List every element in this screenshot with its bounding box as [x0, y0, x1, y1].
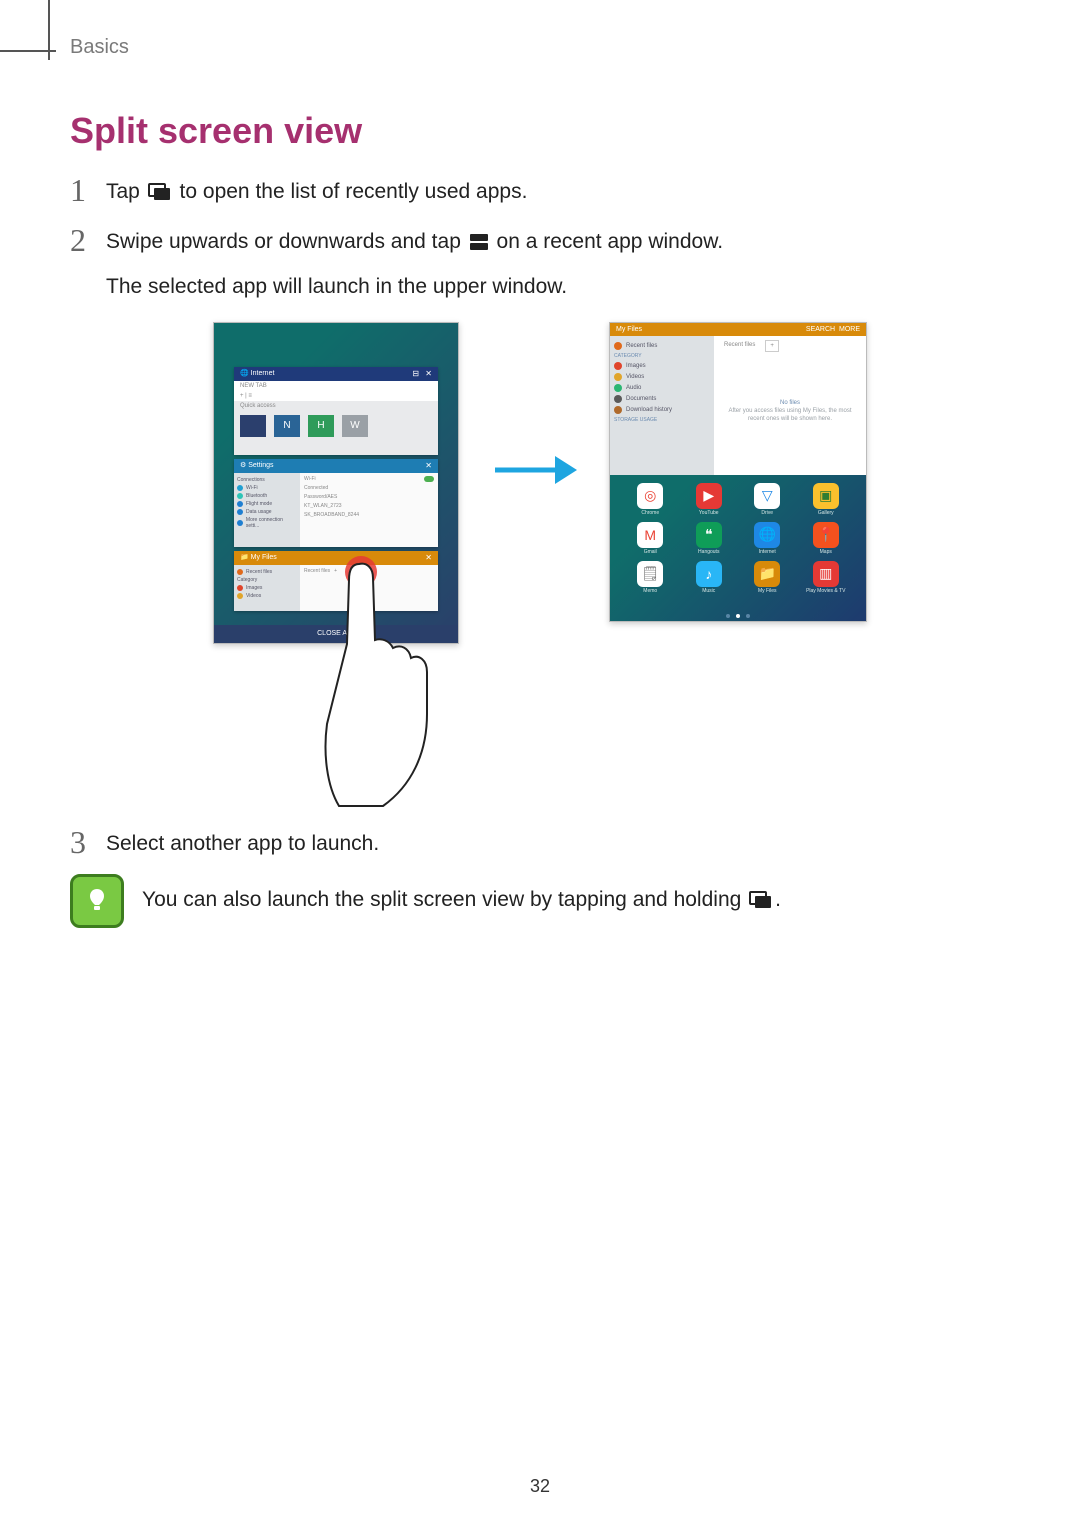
empty-state-sub: recent ones will be shown here.	[748, 416, 832, 422]
recents-icon	[148, 179, 172, 212]
note-text-post: .	[775, 888, 781, 911]
tab-add: +	[765, 340, 779, 352]
card-window-controls: ✕	[425, 459, 438, 473]
qa-tile	[240, 415, 266, 437]
toggle-icon	[424, 476, 434, 482]
app-icon-youtube: ▶	[696, 483, 722, 509]
app-icon-hangouts: ❝	[696, 522, 722, 548]
app-icon-chrome: ◎	[637, 483, 663, 509]
browser-quick-access-label: Quick access	[234, 401, 438, 411]
recents-icon	[749, 891, 773, 915]
app-icon-play-movies: ▥	[813, 561, 839, 587]
myfiles-titlebar-title: My Files	[616, 326, 642, 333]
note-icon	[70, 874, 124, 928]
qa-tile: W	[342, 415, 368, 437]
close-all-bar: CLOSE ALL	[214, 625, 458, 643]
card-window-controls: ⊟ ✕	[412, 367, 438, 381]
step-number: 2	[70, 224, 106, 256]
pager-dots	[610, 614, 866, 618]
app-icon-music: ♪	[696, 561, 722, 587]
app-icon-myfiles: 📁	[754, 561, 780, 587]
app-icon-gmail: M	[637, 522, 663, 548]
app-icon-gallery: ▣	[813, 483, 839, 509]
empty-state-sub: After you access files using My Files, t…	[728, 408, 851, 414]
app-icon-memo: 🗒	[637, 561, 663, 587]
step-1-text-post: to open the list of recently used apps.	[180, 180, 528, 203]
breadcrumb: Basics	[70, 36, 129, 59]
app-icon-maps: 📍	[813, 522, 839, 548]
arrow-icon	[491, 452, 577, 493]
card-window-controls: ✕	[425, 551, 438, 565]
recent-card-settings: ⚙ Settings ✕ Connections Wi-Fi Bluetooth…	[234, 459, 438, 547]
corner-mark-horizontal	[0, 50, 56, 52]
qa-tile: H	[308, 415, 334, 437]
note-callout: You can also launch the split screen vie…	[70, 874, 1010, 928]
card-title: 🌐 Internet	[240, 367, 274, 381]
card-title: ⚙ Settings	[240, 459, 274, 473]
step-3-text: Select another app to launch.	[106, 832, 379, 855]
step-2-text-post: on a recent app window.	[497, 230, 724, 253]
browser-tab-row: NEW TAB	[234, 381, 438, 391]
step-number: 3	[70, 826, 106, 858]
splitview-icon	[469, 229, 489, 262]
app-icon-internet: 🌐	[754, 522, 780, 548]
figure-after-screenshot: My Files SEARCH MORE Recent files Catego…	[609, 322, 867, 622]
step-1-text-pre: Tap	[106, 180, 146, 203]
step-number: 1	[70, 174, 106, 206]
card-title: 📁 My Files	[240, 551, 277, 565]
figure-before-screenshot: 🌐 Internet ⊟ ✕ NEW TAB + | ≡ Quick acces…	[213, 322, 459, 644]
qa-tile: N	[274, 415, 300, 437]
empty-state-title: No files	[780, 400, 800, 406]
myfiles-titlebar-actions: SEARCH MORE	[806, 326, 860, 333]
note-text-pre: You can also launch the split screen vie…	[142, 888, 747, 911]
step-2: 2 Swipe upwards or downwards and tap on …	[70, 226, 1010, 304]
browser-address-bar: + | ≡	[234, 391, 438, 401]
page-number: 32	[0, 1476, 1080, 1497]
page-title: Split screen view	[70, 110, 1010, 152]
tab-recent-files: Recent files	[720, 340, 759, 352]
app-icon-drive: ▽	[754, 483, 780, 509]
step-2-line2: The selected app will launch in the uppe…	[106, 275, 567, 298]
step-1: 1 Tap to open the list of recently used …	[70, 176, 1010, 212]
recent-card-internet: 🌐 Internet ⊟ ✕ NEW TAB + | ≡ Quick acces…	[234, 367, 438, 455]
recent-card-myfiles: 📁 My Files ✕ Recent files Category Image…	[234, 551, 438, 611]
step-3: 3 Select another app to launch.	[70, 828, 1010, 861]
figure-area: 🌐 Internet ⊟ ✕ NEW TAB + | ≡ Quick acces…	[70, 322, 1010, 644]
step-2-text-pre: Swipe upwards or downwards and tap	[106, 230, 467, 253]
